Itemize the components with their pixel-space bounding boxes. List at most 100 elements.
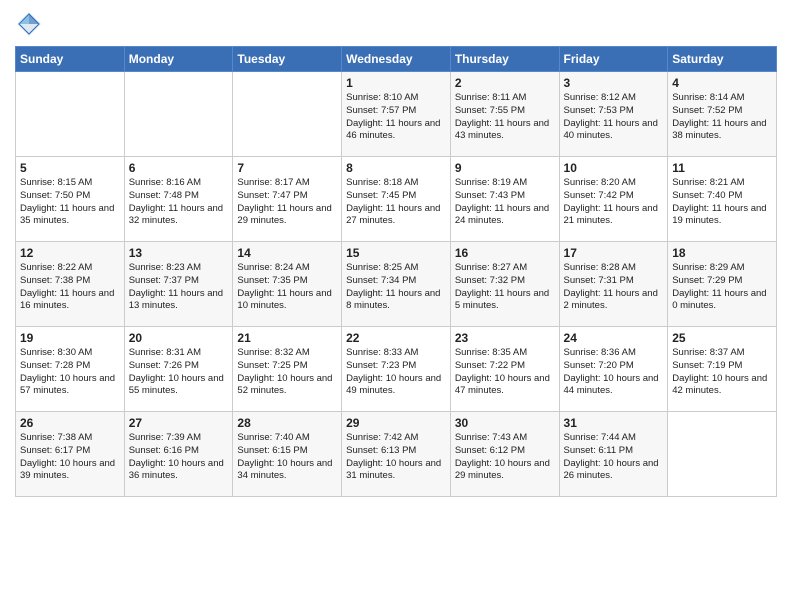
week-row-1: 1 Sunrise: 8:10 AM Sunset: 7:57 PM Daylig…	[16, 72, 777, 157]
day-cell: 18Sunrise: 8:29 AM Sunset: 7:29 PM Dayli…	[668, 242, 777, 327]
day-number: 16	[455, 246, 555, 260]
day-cell: 10Sunrise: 8:20 AM Sunset: 7:42 PM Dayli…	[559, 157, 668, 242]
day-number: 19	[20, 331, 120, 345]
day-info: Sunrise: 8:21 AM Sunset: 7:40 PM Dayligh…	[672, 177, 772, 228]
day-cell: 25 Sunrise: 8:37 AM Sunset: 7:19 PM Dayli…	[668, 327, 777, 412]
day-info: Sunrise: 8:14 AM Sunset: 7:52 PM Dayligh…	[672, 92, 772, 143]
day-number: 14	[237, 246, 337, 260]
day-cell: 17 Sunrise: 8:28 AM Sunset: 7:31 PM Dayli…	[559, 242, 668, 327]
day-info: Sunrise: 8:32 AM Sunset: 7:25 PM Dayligh…	[237, 347, 337, 398]
day-info: Sunrise: 8:17 AM Sunset: 7:47 PM Dayligh…	[237, 177, 337, 228]
col-header-monday: Monday	[124, 47, 233, 72]
day-cell: 6 Sunrise: 8:16 AM Sunset: 7:48 PM Daylig…	[124, 157, 233, 242]
day-cell	[233, 72, 342, 157]
day-number: 17	[564, 246, 664, 260]
week-row-2: 5 Sunrise: 8:15 AM Sunset: 7:50 PM Daylig…	[16, 157, 777, 242]
day-info: Sunrise: 8:30 AM Sunset: 7:28 PM Dayligh…	[20, 347, 120, 398]
day-cell: 16 Sunrise: 8:27 AM Sunset: 7:32 PM Dayli…	[450, 242, 559, 327]
day-info: Sunrise: 8:15 AM Sunset: 7:50 PM Dayligh…	[20, 177, 120, 228]
day-number: 4	[672, 76, 772, 90]
day-info: Sunrise: 8:28 AM Sunset: 7:31 PM Dayligh…	[564, 262, 664, 313]
day-number: 8	[346, 161, 446, 175]
day-cell: 2 Sunrise: 8:11 AM Sunset: 7:55 PM Daylig…	[450, 72, 559, 157]
col-header-wednesday: Wednesday	[342, 47, 451, 72]
day-number: 15	[346, 246, 446, 260]
day-info: Sunrise: 8:10 AM Sunset: 7:57 PM Dayligh…	[346, 92, 446, 143]
calendar-table: SundayMondayTuesdayWednesdayThursdayFrid…	[15, 46, 777, 497]
day-cell: 24 Sunrise: 8:36 AM Sunset: 7:20 PM Dayli…	[559, 327, 668, 412]
col-header-sunday: Sunday	[16, 47, 125, 72]
day-info: Sunrise: 7:42 AM Sunset: 6:13 PM Dayligh…	[346, 432, 446, 483]
day-cell: 29 Sunrise: 7:42 AM Sunset: 6:13 PM Dayli…	[342, 412, 451, 497]
day-cell	[124, 72, 233, 157]
day-cell: 30 Sunrise: 7:43 AM Sunset: 6:12 PM Dayli…	[450, 412, 559, 497]
calendar-header-row: SundayMondayTuesdayWednesdayThursdayFrid…	[16, 47, 777, 72]
week-row-3: 12 Sunrise: 8:22 AM Sunset: 7:38 PM Dayli…	[16, 242, 777, 327]
day-cell	[668, 412, 777, 497]
day-cell: 4 Sunrise: 8:14 AM Sunset: 7:52 PM Daylig…	[668, 72, 777, 157]
day-cell: 11 Sunrise: 8:21 AM Sunset: 7:40 PM Dayli…	[668, 157, 777, 242]
day-info: Sunrise: 7:44 AM Sunset: 6:11 PM Dayligh…	[564, 432, 664, 483]
day-info: Sunrise: 8:36 AM Sunset: 7:20 PM Dayligh…	[564, 347, 664, 398]
day-info: Sunrise: 8:31 AM Sunset: 7:26 PM Dayligh…	[129, 347, 229, 398]
day-info: Sunrise: 8:27 AM Sunset: 7:32 PM Dayligh…	[455, 262, 555, 313]
day-number: 20	[129, 331, 229, 345]
day-number: 29	[346, 416, 446, 430]
day-info: Sunrise: 7:40 AM Sunset: 6:15 PM Dayligh…	[237, 432, 337, 483]
day-number: 31	[564, 416, 664, 430]
day-number: 22	[346, 331, 446, 345]
col-header-saturday: Saturday	[668, 47, 777, 72]
day-number: 25	[672, 331, 772, 345]
day-number: 24	[564, 331, 664, 345]
col-header-thursday: Thursday	[450, 47, 559, 72]
day-info: Sunrise: 7:39 AM Sunset: 6:16 PM Dayligh…	[129, 432, 229, 483]
day-info: Sunrise: 8:37 AM Sunset: 7:19 PM Dayligh…	[672, 347, 772, 398]
day-info: Sunrise: 8:16 AM Sunset: 7:48 PM Dayligh…	[129, 177, 229, 228]
day-cell: 21 Sunrise: 8:32 AM Sunset: 7:25 PM Dayli…	[233, 327, 342, 412]
day-info: Sunrise: 8:11 AM Sunset: 7:55 PM Dayligh…	[455, 92, 555, 143]
day-info: Sunrise: 8:20 AM Sunset: 7:42 PM Dayligh…	[564, 177, 664, 228]
day-number: 27	[129, 416, 229, 430]
week-row-5: 26 Sunrise: 7:38 AM Sunset: 6:17 PM Dayli…	[16, 412, 777, 497]
day-number: 26	[20, 416, 120, 430]
day-info: Sunrise: 8:23 AM Sunset: 7:37 PM Dayligh…	[129, 262, 229, 313]
day-number: 23	[455, 331, 555, 345]
day-info: Sunrise: 7:38 AM Sunset: 6:17 PM Dayligh…	[20, 432, 120, 483]
logo	[15, 10, 47, 38]
day-info: Sunrise: 8:19 AM Sunset: 7:43 PM Dayligh…	[455, 177, 555, 228]
day-cell: 31 Sunrise: 7:44 AM Sunset: 6:11 PM Dayli…	[559, 412, 668, 497]
day-number: 21	[237, 331, 337, 345]
day-number: 1	[346, 76, 446, 90]
day-cell: 28 Sunrise: 7:40 AM Sunset: 6:15 PM Dayli…	[233, 412, 342, 497]
day-number: 30	[455, 416, 555, 430]
day-cell: 13 Sunrise: 8:23 AM Sunset: 7:37 PM Dayli…	[124, 242, 233, 327]
day-cell: 27 Sunrise: 7:39 AM Sunset: 6:16 PM Dayli…	[124, 412, 233, 497]
day-cell: 26 Sunrise: 7:38 AM Sunset: 6:17 PM Dayli…	[16, 412, 125, 497]
day-cell: 7 Sunrise: 8:17 AM Sunset: 7:47 PM Daylig…	[233, 157, 342, 242]
day-number: 9	[455, 161, 555, 175]
day-cell: 3Sunrise: 8:12 AM Sunset: 7:53 PM Daylig…	[559, 72, 668, 157]
day-number: 5	[20, 161, 120, 175]
logo-icon	[15, 10, 43, 38]
day-number: 6	[129, 161, 229, 175]
day-info: Sunrise: 8:22 AM Sunset: 7:38 PM Dayligh…	[20, 262, 120, 313]
day-number: 3	[564, 76, 664, 90]
page-header	[15, 10, 777, 38]
day-info: Sunrise: 8:33 AM Sunset: 7:23 PM Dayligh…	[346, 347, 446, 398]
day-number: 13	[129, 246, 229, 260]
day-number: 7	[237, 161, 337, 175]
day-info: Sunrise: 7:43 AM Sunset: 6:12 PM Dayligh…	[455, 432, 555, 483]
col-header-tuesday: Tuesday	[233, 47, 342, 72]
col-header-friday: Friday	[559, 47, 668, 72]
day-number: 2	[455, 76, 555, 90]
day-number: 18	[672, 246, 772, 260]
day-number: 28	[237, 416, 337, 430]
day-cell	[16, 72, 125, 157]
day-info: Sunrise: 8:25 AM Sunset: 7:34 PM Dayligh…	[346, 262, 446, 313]
day-cell: 1 Sunrise: 8:10 AM Sunset: 7:57 PM Daylig…	[342, 72, 451, 157]
day-info: Sunrise: 8:24 AM Sunset: 7:35 PM Dayligh…	[237, 262, 337, 313]
day-info: Sunrise: 8:18 AM Sunset: 7:45 PM Dayligh…	[346, 177, 446, 228]
day-number: 12	[20, 246, 120, 260]
day-number: 11	[672, 161, 772, 175]
day-cell: 15 Sunrise: 8:25 AM Sunset: 7:34 PM Dayli…	[342, 242, 451, 327]
